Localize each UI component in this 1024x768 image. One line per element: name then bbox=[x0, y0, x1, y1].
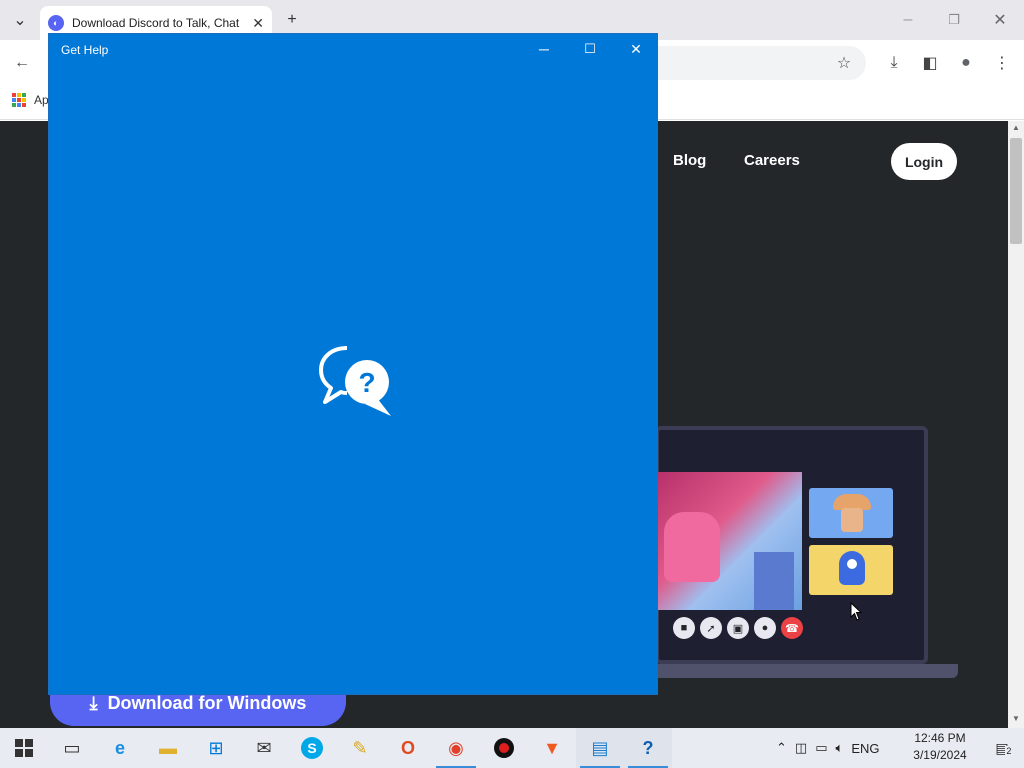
scrollbar-thumb[interactable] bbox=[1010, 138, 1022, 244]
clock-date: 3/19/2024 bbox=[913, 748, 967, 762]
svg-text:?: ? bbox=[358, 367, 375, 398]
edge-icon[interactable]: e bbox=[96, 728, 144, 768]
back-arrow-icon[interactable]: ← bbox=[8, 49, 36, 77]
tab-search-chevron-icon[interactable]: ⌄ bbox=[8, 8, 32, 32]
brave-icon[interactable]: ▼ bbox=[528, 728, 576, 768]
file-explorer-icon[interactable]: ▬ bbox=[144, 728, 192, 768]
scroll-down-arrow-icon[interactable]: ▼ bbox=[1010, 714, 1022, 726]
volume-muted-icon[interactable]: 🔈︎ bbox=[836, 740, 844, 756]
profile-avatar-icon[interactable]: ● bbox=[952, 49, 980, 77]
close-window-icon[interactable]: ✕ bbox=[613, 34, 659, 64]
close-tab-icon[interactable]: ✕ bbox=[252, 15, 264, 32]
start-windows-icon[interactable] bbox=[0, 728, 48, 768]
network-icon[interactable]: ▭ bbox=[815, 740, 827, 756]
notification-count: 2 bbox=[1005, 745, 1013, 756]
task-view-icon[interactable]: ▭ bbox=[48, 728, 96, 768]
nav-careers-link[interactable]: Careers bbox=[744, 152, 800, 169]
video-call-thumbnail-2 bbox=[809, 545, 893, 595]
bookmark-star-icon[interactable]: ☆ bbox=[830, 49, 858, 77]
chrome-icon[interactable]: ◉ bbox=[432, 728, 480, 768]
mail-icon[interactable]: ✉ bbox=[240, 728, 288, 768]
screen-share-icon: ▣ bbox=[727, 617, 749, 639]
minimize-window-icon[interactable]: ─ bbox=[521, 34, 567, 64]
window-title: Get Help bbox=[61, 43, 109, 57]
new-tab-plus-icon[interactable]: + bbox=[280, 8, 304, 32]
login-button[interactable]: Login bbox=[891, 143, 957, 180]
editor-icon[interactable]: ✎ bbox=[336, 728, 384, 768]
side-panel-icon[interactable]: ◧ bbox=[916, 49, 944, 77]
get-help-speech-bubbles-icon: ? bbox=[319, 346, 391, 416]
tab-title: Download Discord to Talk, Chat bbox=[72, 16, 240, 30]
activity-rocket-icon: ➚ bbox=[700, 617, 722, 639]
browser-menu-icon[interactable]: ⋮ bbox=[988, 49, 1016, 77]
download-arrow-icon: ⤓ bbox=[89, 692, 98, 713]
skype-icon[interactable]: S bbox=[288, 728, 336, 768]
maximize-window-icon[interactable]: ☐ bbox=[567, 34, 613, 64]
download-icon[interactable]: ⤓ bbox=[880, 49, 908, 77]
microsoft-store-icon[interactable]: ⊞ bbox=[192, 728, 240, 768]
minimize-browser-icon[interactable]: – bbox=[896, 8, 920, 32]
meet-now-icon[interactable]: ◫ bbox=[795, 740, 807, 756]
laptop-base bbox=[640, 664, 958, 678]
apps-grid-icon[interactable] bbox=[12, 93, 26, 107]
close-browser-icon[interactable]: ✕ bbox=[988, 8, 1012, 32]
camera-icon: ■ bbox=[673, 617, 695, 639]
video-call-thumbnail-1 bbox=[809, 488, 893, 538]
language-indicator[interactable]: ENG bbox=[851, 741, 879, 756]
recorder-icon[interactable] bbox=[480, 728, 528, 768]
app-window-icon[interactable]: ▤ bbox=[576, 728, 624, 768]
restore-browser-icon[interactable]: ❐ bbox=[942, 8, 966, 32]
taskbar-clock[interactable]: 12:46 PM 3/19/2024 bbox=[900, 730, 980, 766]
nav-blog-link[interactable]: Blog bbox=[673, 152, 706, 169]
video-call-main-tile bbox=[658, 472, 802, 610]
discord-icon: ◐ bbox=[48, 15, 64, 31]
show-hidden-icons-chevron-icon[interactable]: ⌃ bbox=[776, 740, 787, 756]
office-icon[interactable]: O bbox=[384, 728, 432, 768]
system-tray: ⌃ ◫ ▭ 🔈︎ ENG bbox=[776, 728, 879, 768]
clock-time: 12:46 PM bbox=[914, 731, 966, 745]
action-center-icon[interactable]: ▤ 2 bbox=[980, 728, 1024, 768]
download-button-label: Download for Windows bbox=[107, 692, 307, 713]
get-help-window[interactable]: Get Help ─ ☐ ✕ ? bbox=[48, 33, 658, 695]
scroll-up-arrow-icon[interactable]: ▲ bbox=[1010, 123, 1022, 135]
mouse-cursor-icon bbox=[850, 602, 862, 621]
hang-up-icon: ☎ bbox=[781, 617, 803, 639]
get-help-taskbar-icon[interactable]: ? bbox=[624, 728, 672, 768]
microphone-icon: ● bbox=[754, 617, 776, 639]
